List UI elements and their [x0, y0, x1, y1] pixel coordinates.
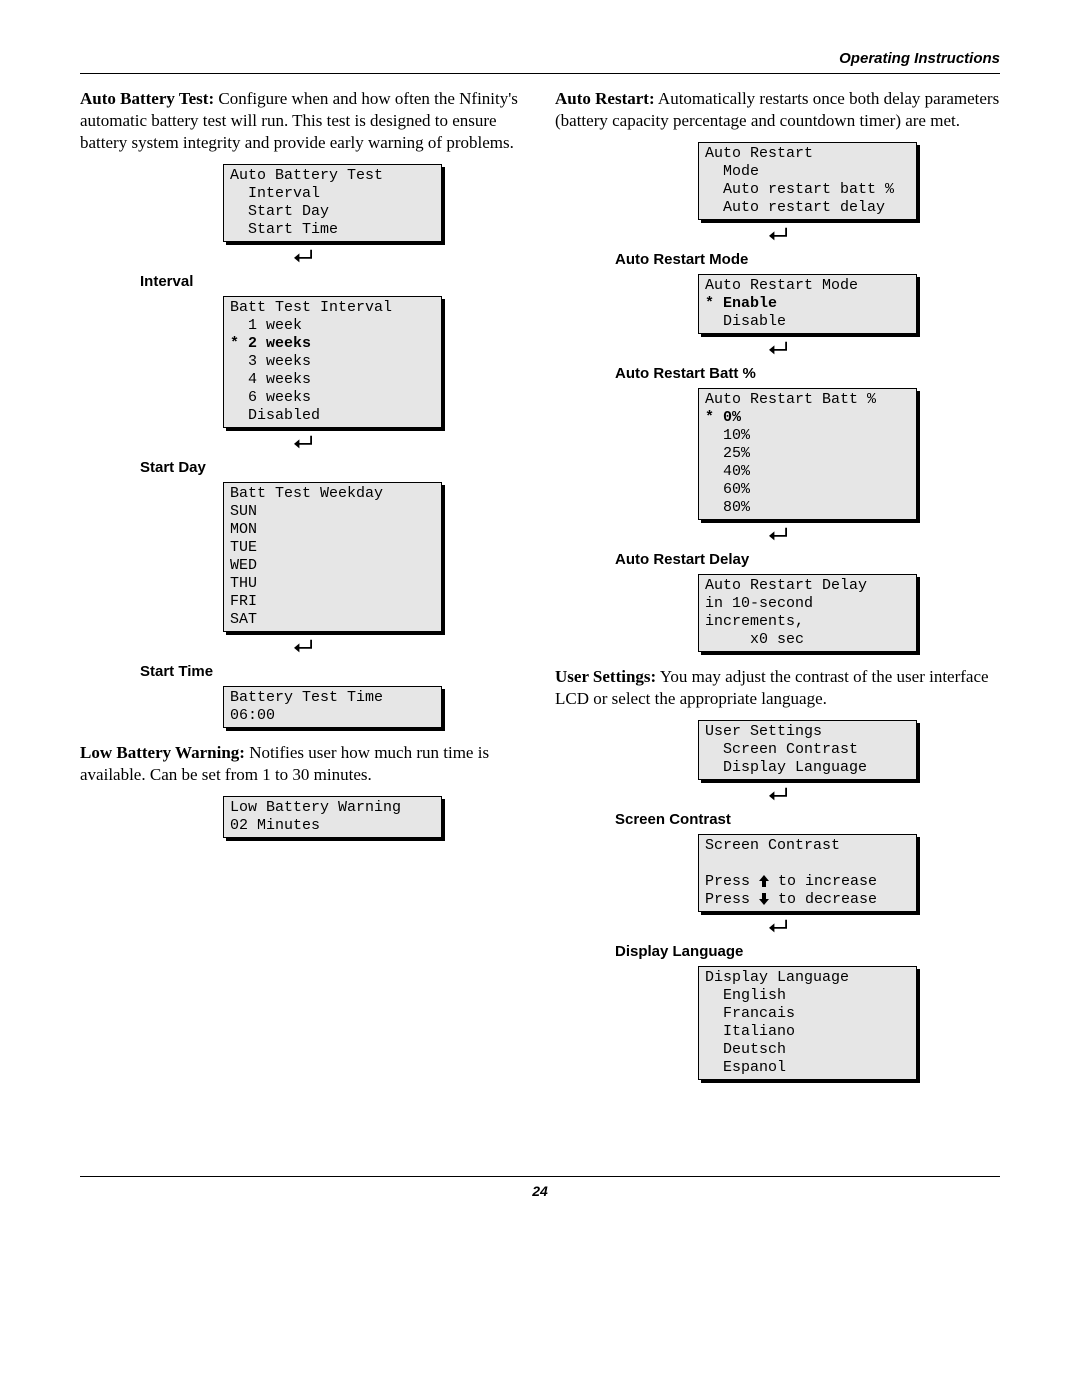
interval-label: Interval	[140, 273, 525, 290]
enter-icon	[555, 786, 1000, 809]
screen-contrast-label: Screen Contrast	[615, 811, 1000, 828]
lcd-auto-restart-mode: Auto Restart Mode * Enable Disable	[698, 274, 917, 334]
header-rule	[80, 73, 1000, 74]
lcd-low-battery-warning: Low Battery Warning 02 Minutes	[223, 796, 442, 838]
lcd-user-settings-menu: User Settings Screen Contrast Display La…	[698, 720, 917, 780]
start-time-label: Start Time	[140, 663, 525, 680]
right-column: Auto Restart: Automatically restarts onc…	[555, 88, 1000, 1086]
auto-restart-batt-label: Auto Restart Batt %	[615, 365, 1000, 382]
lcd-auto-restart-menu: Auto Restart Mode Auto restart batt % Au…	[698, 142, 917, 220]
lcd-auto-battery-test-menu: Auto Battery Test Interval Start Day Sta…	[223, 164, 442, 242]
enter-icon	[80, 248, 525, 271]
enter-icon	[555, 918, 1000, 941]
user-settings-heading: User Settings:	[555, 667, 656, 686]
auto-restart-delay-label: Auto Restart Delay	[615, 551, 1000, 568]
two-column-layout: Auto Battery Test: Configure when and ho…	[80, 88, 1000, 1086]
start-day-label: Start Day	[140, 459, 525, 476]
lcd-auto-restart-batt: Auto Restart Batt % * 0% 10% 25% 40% 60%…	[698, 388, 917, 520]
lcd-battery-test-time: Battery Test Time 06:00	[223, 686, 442, 728]
low-battery-warning-para: Low Battery Warning: Notifies user how m…	[80, 742, 525, 786]
enter-icon	[80, 638, 525, 661]
auto-battery-test-heading: Auto Battery Test:	[80, 89, 214, 108]
lcd-batt-test-weekday: Batt Test Weekday SUN MON TUE WED THU FR…	[223, 482, 442, 632]
auto-battery-test-para: Auto Battery Test: Configure when and ho…	[80, 88, 525, 154]
enter-icon	[555, 340, 1000, 363]
lcd-batt-test-interval: Batt Test Interval 1 week * 2 weeks 3 we…	[223, 296, 442, 428]
lcd-display-language: Display Language English Francais Italia…	[698, 966, 917, 1080]
page-header: Operating Instructions	[80, 50, 1000, 73]
enter-icon	[555, 526, 1000, 549]
user-settings-para: User Settings: You may adjust the contra…	[555, 666, 1000, 710]
page-number: 24	[80, 1183, 1000, 1199]
auto-restart-heading: Auto Restart:	[555, 89, 655, 108]
display-language-label: Display Language	[615, 943, 1000, 960]
enter-icon	[80, 434, 525, 457]
low-battery-warning-heading: Low Battery Warning:	[80, 743, 245, 762]
arrow-up-icon	[759, 875, 769, 887]
left-column: Auto Battery Test: Configure when and ho…	[80, 88, 525, 1086]
lcd-auto-restart-delay: Auto Restart Delay in 10-second incremen…	[698, 574, 917, 652]
arrow-down-icon	[759, 893, 769, 905]
auto-restart-mode-label: Auto Restart Mode	[615, 251, 1000, 268]
lcd-screen-contrast: Screen Contrast Press to increase Press …	[698, 834, 917, 912]
footer-rule	[80, 1176, 1000, 1177]
auto-restart-para: Auto Restart: Automatically restarts onc…	[555, 88, 1000, 132]
enter-icon	[555, 226, 1000, 249]
